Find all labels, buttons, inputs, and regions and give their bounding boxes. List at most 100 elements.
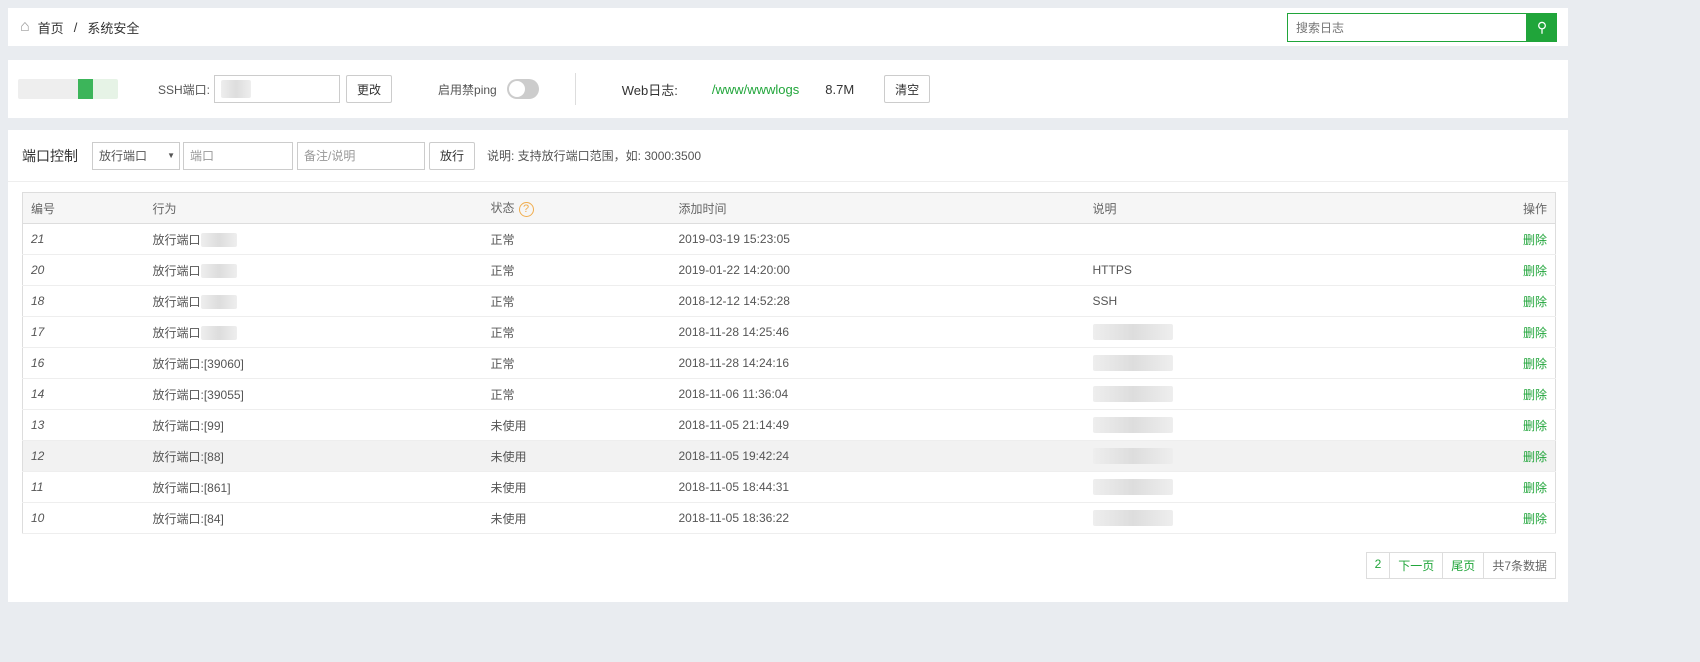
weblog-path[interactable]: /www/wwwlogs xyxy=(712,82,799,97)
row-note xyxy=(1084,347,1476,379)
breadcrumb-current: 系统安全 xyxy=(87,20,140,36)
table-row: 11 放行端口:[861] 未使用 2018-11-05 18:44:31 删除 xyxy=(22,471,1556,503)
home-icon[interactable]: ⌂ xyxy=(20,18,30,36)
row-note: SSH xyxy=(1084,285,1476,317)
row-status: 正常 xyxy=(482,254,671,286)
info-bar: SSH端口: 更改 启用禁ping Web日志: /www/wwwlogs 8.… xyxy=(8,60,1568,118)
row-status: 正常 xyxy=(482,285,671,317)
port-hint: 说明: 支持放行端口范围，如: 3000:3500 xyxy=(487,149,702,163)
ping-toggle[interactable] xyxy=(506,79,539,99)
weblog-label: Web日志: xyxy=(621,82,678,98)
search-button[interactable]: ⚲ xyxy=(1527,13,1557,42)
col-op: 操作 xyxy=(1475,192,1556,224)
row-id: 11 xyxy=(22,471,145,503)
port-action-select[interactable]: 放行端口 ▼ xyxy=(92,141,180,170)
row-time: 2019-03-19 15:23:05 xyxy=(670,223,1085,255)
table-row: 16 放行端口:[39060] 正常 2018-11-28 14:24:16 删… xyxy=(22,347,1556,379)
table-row: 13 放行端口:[99] 未使用 2018-11-05 21:14:49 删除 xyxy=(22,409,1556,441)
row-note xyxy=(1084,471,1476,503)
delete-button[interactable]: 删除 xyxy=(1475,471,1556,503)
delete-button[interactable]: 删除 xyxy=(1475,440,1556,472)
row-note xyxy=(1084,440,1476,472)
delete-button[interactable]: 删除 xyxy=(1475,347,1556,379)
row-time: 2018-11-05 18:36:22 xyxy=(670,502,1085,534)
row-note xyxy=(1084,378,1476,410)
row-status: 未使用 xyxy=(482,471,671,503)
row-time: 2018-11-06 11:36:04 xyxy=(670,378,1085,410)
col-id: 编号 xyxy=(22,192,145,224)
server-ip-blurred xyxy=(18,79,118,99)
log-search: ⚲ xyxy=(1287,13,1557,42)
row-note xyxy=(1084,223,1476,255)
row-action: 放行端口 xyxy=(144,316,483,348)
row-status: 正常 xyxy=(482,223,671,255)
row-time: 2018-11-28 14:25:46 xyxy=(670,316,1085,348)
ping-label: 启用禁ping xyxy=(438,82,497,97)
table-row: 12 放行端口:[88] 未使用 2018-11-05 19:42:24 删除 xyxy=(22,440,1556,472)
table-row: 17 放行端口 正常 2018-11-28 14:25:46 删除 xyxy=(22,316,1556,348)
delete-button[interactable]: 删除 xyxy=(1475,223,1556,255)
breadcrumb-separator: / xyxy=(73,19,78,35)
row-action: 放行端口 xyxy=(144,285,483,317)
table-row: 21 放行端口 正常 2019-03-19 15:23:05 删除 xyxy=(22,223,1556,255)
port-input[interactable]: 端口 xyxy=(183,141,293,170)
row-note xyxy=(1084,502,1476,534)
delete-button[interactable]: 删除 xyxy=(1475,254,1556,286)
page-current[interactable]: 2 xyxy=(1365,552,1391,579)
pagination: 2 下一页 尾页 共7条数据 xyxy=(1365,552,1556,579)
row-action: 放行端口 xyxy=(144,254,483,286)
row-id: 16 xyxy=(22,347,145,379)
row-action: 放行端口:[99] xyxy=(144,409,483,441)
col-status: 状态? xyxy=(482,192,671,224)
search-input[interactable] xyxy=(1287,13,1527,42)
row-action: 放行端口:[88] xyxy=(144,440,483,472)
row-status: 正常 xyxy=(482,347,671,379)
delete-button[interactable]: 删除 xyxy=(1475,409,1556,441)
delete-button[interactable]: 删除 xyxy=(1475,285,1556,317)
delete-button[interactable]: 删除 xyxy=(1475,502,1556,534)
port-table: 编号 行为 状态? 添加时间 说明 操作 21 放行端口 正常 2019-03-… xyxy=(22,192,1556,534)
col-note: 说明 xyxy=(1084,192,1476,224)
weblog-size: 8.7M xyxy=(825,81,855,97)
table-row: 20 放行端口 正常 2019-01-22 14:20:00 HTTPS 删除 xyxy=(22,254,1556,286)
divider xyxy=(574,73,576,105)
col-time: 添加时间 xyxy=(670,192,1085,224)
breadcrumb-home[interactable]: 首页 xyxy=(38,18,64,37)
last-page[interactable]: 尾页 xyxy=(1442,552,1485,579)
row-note xyxy=(1084,316,1476,348)
total-count: 共7条数据 xyxy=(1483,552,1556,579)
ssh-port-input[interactable] xyxy=(214,75,341,103)
row-id: 12 xyxy=(22,440,145,472)
row-id: 20 xyxy=(22,254,145,286)
change-ssh-button[interactable]: 更改 xyxy=(346,75,393,103)
row-time: 2019-01-22 14:20:00 xyxy=(670,254,1085,286)
next-page[interactable]: 下一页 xyxy=(1389,552,1444,579)
col-action: 行为 xyxy=(144,192,483,224)
row-action: 放行端口:[39055] xyxy=(144,378,483,410)
delete-button[interactable]: 删除 xyxy=(1475,316,1556,348)
help-icon[interactable]: ? xyxy=(518,202,534,217)
search-icon: ⚲ xyxy=(1536,19,1548,35)
allow-port-button[interactable]: 放行 xyxy=(429,141,476,170)
ssh-port-label: SSH端口: xyxy=(158,82,211,97)
port-control-title: 端口控制 xyxy=(22,147,78,164)
row-status: 正常 xyxy=(482,316,671,348)
clear-log-button[interactable]: 清空 xyxy=(884,75,931,103)
row-time: 2018-11-05 21:14:49 xyxy=(670,409,1085,441)
row-time: 2018-11-05 18:44:31 xyxy=(670,471,1085,503)
dropdown-icon: ▼ xyxy=(167,151,175,160)
row-status: 正常 xyxy=(482,378,671,410)
row-action: 放行端口 xyxy=(144,223,483,255)
row-id: 14 xyxy=(22,378,145,410)
row-action: 放行端口:[39060] xyxy=(144,347,483,379)
table-row: 18 放行端口 正常 2018-12-12 14:52:28 SSH 删除 xyxy=(22,285,1556,317)
row-id: 18 xyxy=(22,285,145,317)
row-note xyxy=(1084,409,1476,441)
table-row: 14 放行端口:[39055] 正常 2018-11-06 11:36:04 删… xyxy=(22,378,1556,410)
delete-button[interactable]: 删除 xyxy=(1475,378,1556,410)
row-status: 未使用 xyxy=(482,409,671,441)
row-note: HTTPS xyxy=(1084,254,1476,286)
note-input[interactable]: 备注/说明 xyxy=(297,141,425,170)
row-id: 10 xyxy=(22,502,145,534)
row-time: 2018-11-05 19:42:24 xyxy=(670,440,1085,472)
